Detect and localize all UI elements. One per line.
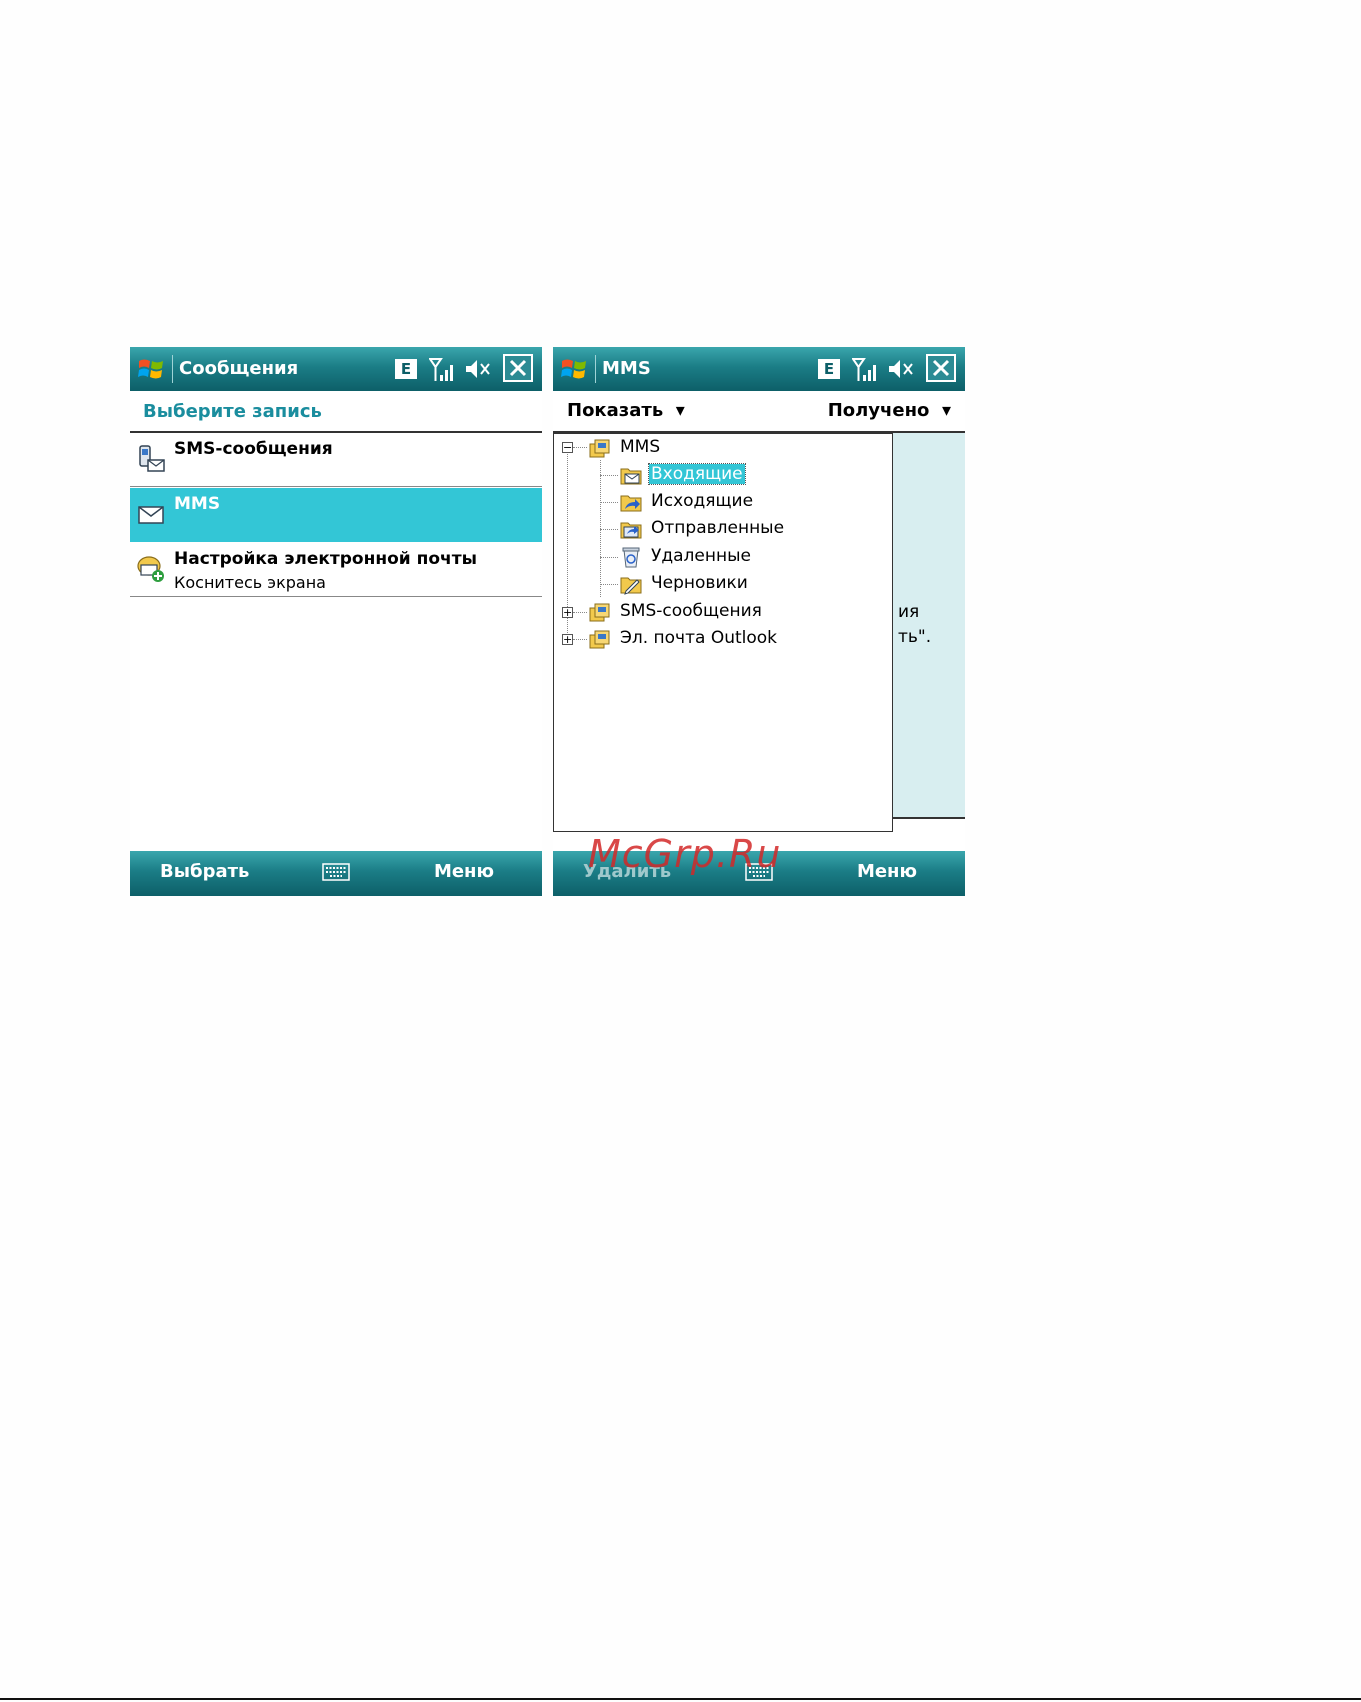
background-text: ия (898, 602, 920, 622)
message-list-background (893, 433, 965, 818)
sort-dropdown-label: Получено (827, 400, 930, 421)
outbox-folder-icon (620, 495, 642, 512)
page-footer-rule (0, 1698, 1361, 1700)
softkey-bar: Выбрать Меню (130, 851, 542, 896)
tree-connector (573, 639, 587, 640)
volume-muted-icon[interactable] (464, 358, 494, 380)
edge-network-icon[interactable]: E (818, 359, 840, 379)
close-icon (932, 359, 950, 377)
collapse-toggle[interactable]: − (562, 442, 573, 453)
tree-node-label: Отправленные (651, 518, 785, 538)
mms-folder-screen: MMS E Показать ▾ Получено ▾ ия ть". − + … (553, 347, 965, 896)
edge-network-icon[interactable]: E (395, 359, 417, 379)
title-bar: Сообщения E (130, 347, 542, 391)
messaging-screen: Сообщения E Выберите запись SMS-сообщени… (130, 347, 542, 896)
list-item-email-setup[interactable]: Настройка электронной почты Коснитесь эк… (130, 543, 542, 597)
tree-node-label: Входящие (648, 463, 746, 485)
divider (130, 596, 542, 597)
tree-connector (600, 529, 618, 530)
envelope-icon (138, 506, 164, 524)
expand-toggle[interactable]: + (562, 634, 573, 645)
drafts-folder-icon (620, 577, 642, 595)
list-item-hint: Коснитесь экрана (174, 573, 326, 592)
expand-toggle[interactable]: + (562, 607, 573, 618)
menu-softkey[interactable]: Меню (434, 861, 494, 882)
mailbox-folder-icon (589, 603, 610, 622)
windows-start-icon[interactable] (136, 355, 166, 383)
tree-connector (573, 447, 587, 448)
sms-phone-icon (139, 445, 165, 472)
menu-softkey[interactable]: Меню (857, 861, 917, 882)
tree-node-label: SMS-сообщения (620, 601, 762, 621)
email-setup-icon (137, 556, 164, 582)
filter-bar: Показать ▾ Получено ▾ (553, 391, 965, 431)
background-divider (893, 817, 965, 819)
signal-strength-icon[interactable] (852, 357, 878, 383)
inbox-folder-icon (620, 468, 642, 485)
tree-connector (600, 557, 618, 558)
recycle-bin-icon (622, 547, 640, 568)
tree-node-label: Эл. почта Outlook (620, 628, 778, 648)
list-item-mms[interactable]: MMS (130, 488, 542, 542)
show-dropdown-label: Показать (567, 400, 664, 421)
window-title: MMS (602, 358, 651, 379)
signal-strength-icon[interactable] (429, 357, 455, 383)
keyboard-icon[interactable] (322, 862, 350, 882)
tree-connector (600, 475, 618, 476)
tree-node-label: MMS (620, 437, 661, 457)
list-item-label: MMS (174, 494, 221, 514)
list-item-label: SMS-сообщения (174, 439, 333, 459)
tree-connector (600, 584, 618, 585)
tree-connector (573, 612, 587, 613)
select-entry-header: Выберите запись (143, 401, 322, 422)
tree-node-label: Удаленные (651, 546, 751, 566)
tree-node-label: Исходящие (651, 491, 754, 511)
title-separator (172, 355, 173, 383)
list-item-label: Настройка электронной почты (174, 549, 477, 569)
tree-connector (600, 502, 618, 503)
watermark: McGrp.Ru (588, 832, 782, 876)
background-text: ть". (898, 627, 932, 647)
mailbox-folder-icon (589, 439, 610, 458)
select-softkey[interactable]: Выбрать (160, 861, 249, 882)
title-separator (595, 355, 596, 383)
divider (130, 486, 542, 487)
show-dropdown[interactable]: Показать ▾ (567, 400, 685, 421)
close-icon (509, 359, 527, 377)
list-item-sms[interactable]: SMS-сообщения (130, 433, 542, 487)
folder-tree-popup: − + + MMS Входящие Исходящие Отправленны… (553, 433, 893, 832)
mailbox-folder-icon (589, 630, 610, 649)
close-button[interactable] (926, 354, 956, 382)
windows-start-icon[interactable] (559, 355, 589, 383)
chevron-down-icon: ▾ (935, 400, 951, 421)
sent-folder-icon (620, 522, 642, 539)
tree-node-label: Черновики (651, 573, 748, 593)
title-bar: MMS E (553, 347, 965, 391)
chevron-down-icon: ▾ (669, 400, 685, 421)
volume-muted-icon[interactable] (887, 358, 917, 380)
sort-dropdown[interactable]: Получено ▾ (828, 400, 951, 421)
close-button[interactable] (503, 354, 533, 382)
window-title: Сообщения (179, 358, 299, 379)
